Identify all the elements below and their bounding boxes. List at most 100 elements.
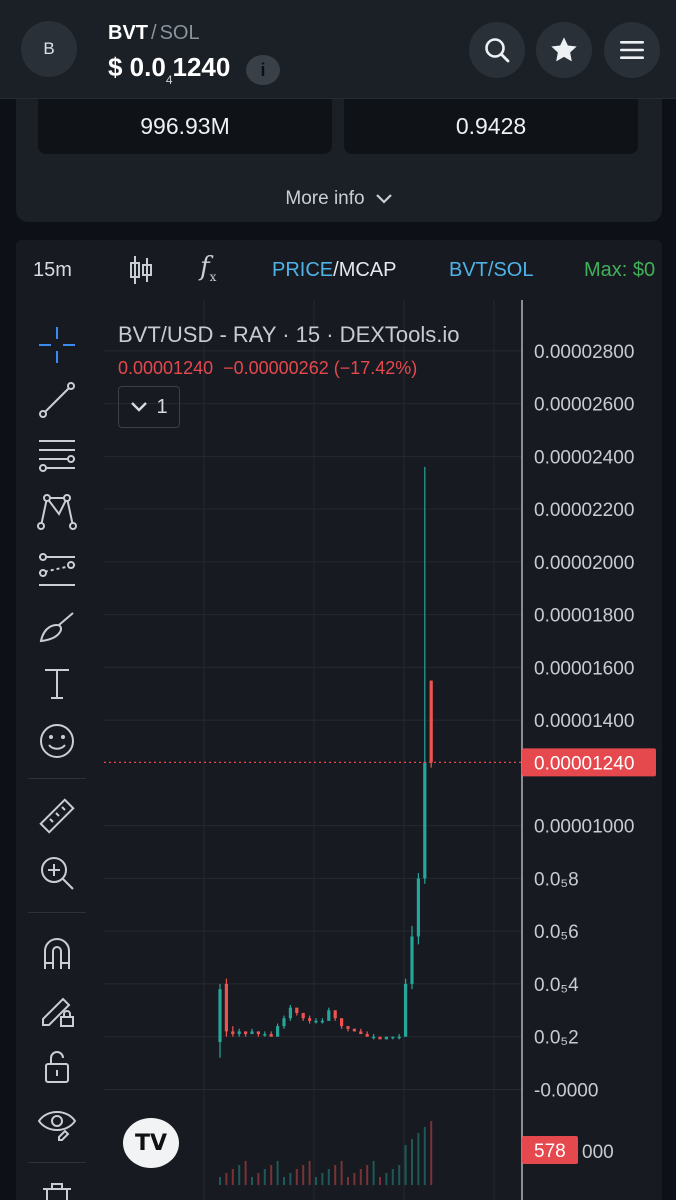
volume-bar <box>404 1145 407 1185</box>
stat-right: 0.9428 <box>344 98 638 154</box>
chart-legend-values: 0.00001240 −0.00000262 (−17.42%) <box>118 358 418 378</box>
candle-body <box>263 1034 267 1036</box>
tradingview-logo-text: TV <box>134 1130 168 1156</box>
volume-bar <box>372 1161 375 1185</box>
more-info-button[interactable]: More info <box>16 176 662 222</box>
candle-body <box>378 1036 382 1040</box>
forecast-tool[interactable] <box>36 550 78 592</box>
indicators-button[interactable]: fx <box>200 252 216 284</box>
tool-divider <box>28 912 86 913</box>
pencil-lock-icon <box>42 997 74 1027</box>
candle-body <box>256 1031 260 1035</box>
magnet-tool[interactable] <box>36 932 78 974</box>
menu-button[interactable] <box>604 22 660 78</box>
magnet-icon <box>44 938 70 969</box>
price-mcap-toggle[interactable]: PRICE/MCAP <box>272 259 396 282</box>
candle-body <box>314 1020 318 1023</box>
measure-tool[interactable] <box>36 796 78 838</box>
candle-body <box>224 983 228 1032</box>
timeframe-selector[interactable]: 15m <box>33 259 72 282</box>
pair-separator: / <box>151 22 157 44</box>
candle-body <box>244 1031 248 1035</box>
chart-legend-title: BVT/USD - RAY · 15 · DEXTools.io <box>118 322 460 347</box>
candle-body <box>250 1031 254 1035</box>
search-button[interactable] <box>469 22 525 78</box>
candle-body <box>231 1031 235 1035</box>
zoom-tool[interactable] <box>36 852 78 894</box>
trash-icon <box>43 1183 71 1200</box>
drawing-toolbar <box>16 300 98 1200</box>
volume-tag-label: 578 <box>534 1141 566 1162</box>
pattern-tool[interactable] <box>36 491 78 533</box>
volume-bar <box>289 1173 292 1185</box>
more-info-label: More info <box>285 188 365 209</box>
volume-bar <box>411 1139 413 1185</box>
fx-sub: x <box>209 270 217 285</box>
search-icon <box>485 38 510 63</box>
candle-body <box>340 1018 344 1027</box>
volume-bar <box>302 1165 305 1185</box>
brush-icon <box>39 612 74 643</box>
candle-body <box>301 1012 305 1019</box>
token-price: $ 0.041240 <box>108 52 230 87</box>
lock-tool[interactable] <box>36 1045 78 1087</box>
price-digits: 1240 <box>172 52 231 82</box>
candle-body <box>276 1026 280 1037</box>
candle-body <box>365 1034 369 1037</box>
crosshair-tool[interactable] <box>36 324 78 366</box>
eye-icon <box>37 1111 77 1141</box>
volume-bar <box>359 1169 362 1185</box>
quote-pair-toggle[interactable]: BVT/SOL <box>449 259 533 282</box>
volume-bar <box>276 1161 279 1185</box>
base-symbol: BVT <box>108 22 148 44</box>
price-zero-count: 4 <box>165 73 173 87</box>
horizontal-lines-icon <box>39 440 75 472</box>
legend-collapse-button[interactable]: 1 <box>118 386 180 428</box>
candle-body <box>269 1034 273 1037</box>
candle-body <box>327 1010 331 1021</box>
trend-line-tool[interactable] <box>36 379 78 421</box>
volume-bar <box>321 1173 324 1185</box>
tool-divider <box>28 778 86 779</box>
text-icon <box>45 669 69 699</box>
token-header: B BVT / SOL $ 0.041240 i <box>0 0 676 99</box>
legend-count: 1 <box>156 395 168 418</box>
unlock-icon <box>45 1051 69 1083</box>
candle-body <box>320 1020 324 1023</box>
token-stats-panel: 996.93M 0.9428 More info <box>16 98 662 222</box>
candle-body <box>372 1036 376 1039</box>
candle-body <box>352 1028 356 1032</box>
pair-title: BVT / SOL <box>108 22 200 45</box>
token-avatar[interactable]: B <box>21 21 77 77</box>
text-tool[interactable] <box>36 663 78 705</box>
emoji-tool[interactable] <box>36 720 78 762</box>
volume-bar <box>327 1169 330 1185</box>
y-tick-label: 0.00002600 <box>534 395 634 416</box>
candlestick-icon[interactable] <box>128 254 154 286</box>
volume-bar <box>391 1169 394 1185</box>
smiley-icon <box>40 724 74 758</box>
info-icon-glyph: i <box>260 59 266 80</box>
y-tick-label: 0.0₅8 <box>534 869 579 890</box>
fib-retracement-tool[interactable] <box>36 434 78 476</box>
volume-bar <box>308 1161 311 1185</box>
price-prefix: $ 0.0 <box>108 52 166 82</box>
volume-bar <box>283 1177 285 1185</box>
info-icon[interactable]: i <box>246 55 280 85</box>
candle-body <box>295 1007 299 1013</box>
candle-body <box>333 1010 337 1019</box>
forecast-icon <box>38 553 76 586</box>
brush-tool[interactable] <box>36 606 78 648</box>
zoom-in-icon <box>41 857 74 890</box>
volume-bar <box>270 1165 273 1185</box>
visibility-tool[interactable] <box>36 1102 78 1144</box>
favorite-button[interactable] <box>536 22 592 78</box>
lock-drawings-tool[interactable] <box>36 988 78 1030</box>
max-range-label[interactable]: Max: $0 <box>584 259 655 282</box>
delete-tool[interactable] <box>36 1176 78 1200</box>
y-tick-label: 0.0₅4 <box>534 975 579 996</box>
y-tick-label: 0.00001400 <box>534 711 634 732</box>
tradingview-logo[interactable]: TV <box>123 1118 179 1168</box>
price-chart[interactable]: 0.00002800 0.00002600 0.00002400 0.00002200… <box>104 300 662 1200</box>
y-tick-label: 0.00001800 <box>534 606 634 627</box>
